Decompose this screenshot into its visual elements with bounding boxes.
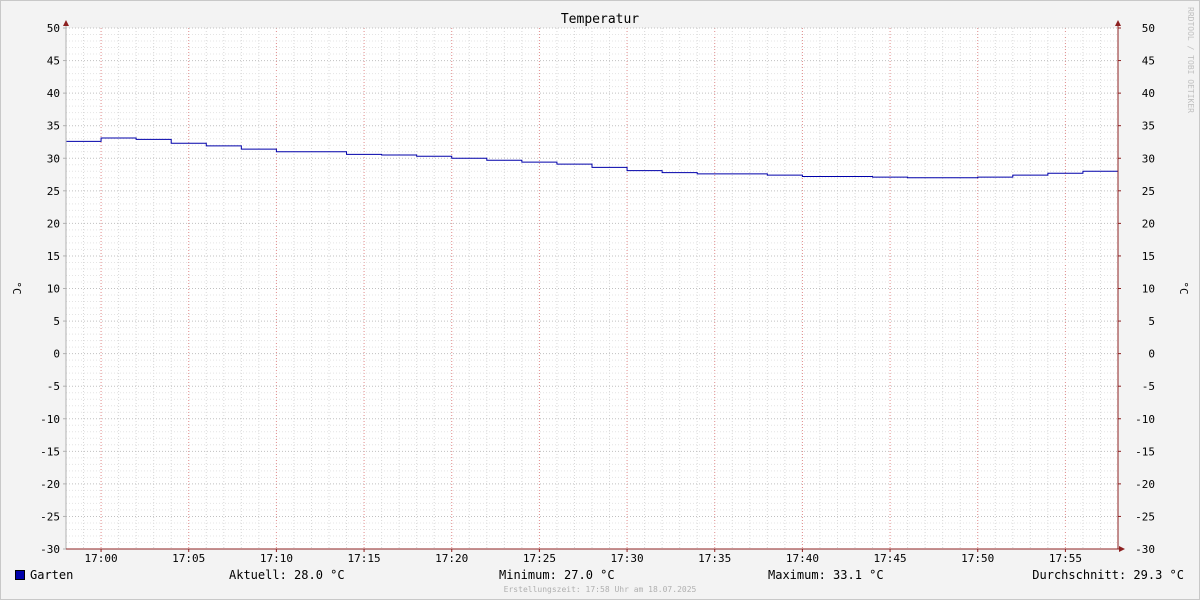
y-tick-label-left: 50 [47,22,60,35]
y-tick-label-left: -20 [40,478,60,491]
y-tick-label-left: -10 [40,413,60,426]
legend-series-name: Garten [30,568,74,582]
y-tick-label-left: -5 [47,380,60,393]
right-axis-arrow [1115,20,1121,26]
y-tick-label-right: -30 [1135,543,1155,556]
legend-current: Aktuell: 28.0 °C [229,568,345,582]
y-tick-label-right: 20 [1142,217,1155,230]
y-axis-label-left: °C [10,281,23,294]
y-tick-label-left: 10 [47,283,60,296]
legend-average: Durchschnitt: 29.3 °C [1032,568,1184,582]
y-tick-label-left: 35 [47,120,60,133]
y-tick-label-right: -25 [1135,510,1155,523]
y-axis-label-right: °C [1177,281,1190,294]
x-tick-label: 17:15 [348,552,381,565]
y-tick-label-left: 5 [53,315,60,328]
y-tick-label-right: 25 [1142,185,1155,198]
y-tick-labels-right: 50454035302520151050-5-10-15-20-25-30 [1118,22,1155,556]
y-tick-label-right: 50 [1142,22,1155,35]
x-tick-label: 17:55 [1049,552,1082,565]
y-tick-label-left: -25 [40,510,60,523]
y-tick-label-right: 45 [1142,55,1155,68]
y-tick-label-right: -5 [1142,380,1155,393]
y-tick-label-right: 5 [1148,315,1155,328]
left-axis-arrow [63,20,69,26]
y-tick-label-right: 10 [1142,283,1155,296]
y-tick-label-left: 25 [47,185,60,198]
y-tick-label-left: 40 [47,87,60,100]
x-tick-label: 17:40 [786,552,819,565]
y-tick-label-left: -15 [40,445,60,458]
x-tick-label: 17:00 [85,552,118,565]
watermark: RRDTOOL / TOBI OETIKER [1186,7,1195,113]
y-tick-label-left: -30 [40,543,60,556]
x-tick-labels: 17:00 17:05 17:10 17:15 17:20 17:25 17:30 17:35… [85,549,1082,565]
x-tick-label: 17:25 [523,552,556,565]
y-tick-label-right: 0 [1148,348,1155,361]
creation-time: Erstellungszeit: 17:58 Uhr am 18.07.2025 [503,585,697,594]
x-tick-label: 17:10 [260,552,293,565]
legend: Garten Aktuell: 28.0 °C Minimum: 27.0 °C… [0,566,1200,586]
x-tick-label: 17:30 [611,552,644,565]
x-tick-label: 17:50 [961,552,994,565]
y-tick-label-right: -10 [1135,413,1155,426]
y-tick-label-right: 30 [1142,152,1155,165]
legend-minimum: Minimum: 27.0 °C [499,568,615,582]
chart-title: Temperatur [561,12,639,27]
y-tick-label-left: 45 [47,55,60,68]
y-tick-label-left: 30 [47,152,60,165]
x-tick-label: 17:05 [172,552,205,565]
y-tick-label-right: -20 [1135,478,1155,491]
y-tick-label-right: 15 [1142,250,1155,263]
x-tick-label: 17:45 [874,552,907,565]
legend-swatch-garten [15,570,25,580]
legend-maximum: Maximum: 33.1 °C [768,568,884,582]
y-tick-label-right: 40 [1142,87,1155,100]
x-tick-label: 17:35 [698,552,731,565]
y-tick-label-left: 0 [53,348,60,361]
y-tick-label-left: 20 [47,217,60,230]
y-tick-labels-left: 50454035302520151050-5-10-15-20-25-30 [40,22,66,556]
x-tick-label: 17:20 [435,552,468,565]
y-tick-label-right: 35 [1142,120,1155,133]
y-tick-label-right: -15 [1135,445,1155,458]
temperature-chart: 50454035302520151050-5-10-15-20-25-30 50… [10,7,1195,565]
y-tick-label-left: 15 [47,250,60,263]
